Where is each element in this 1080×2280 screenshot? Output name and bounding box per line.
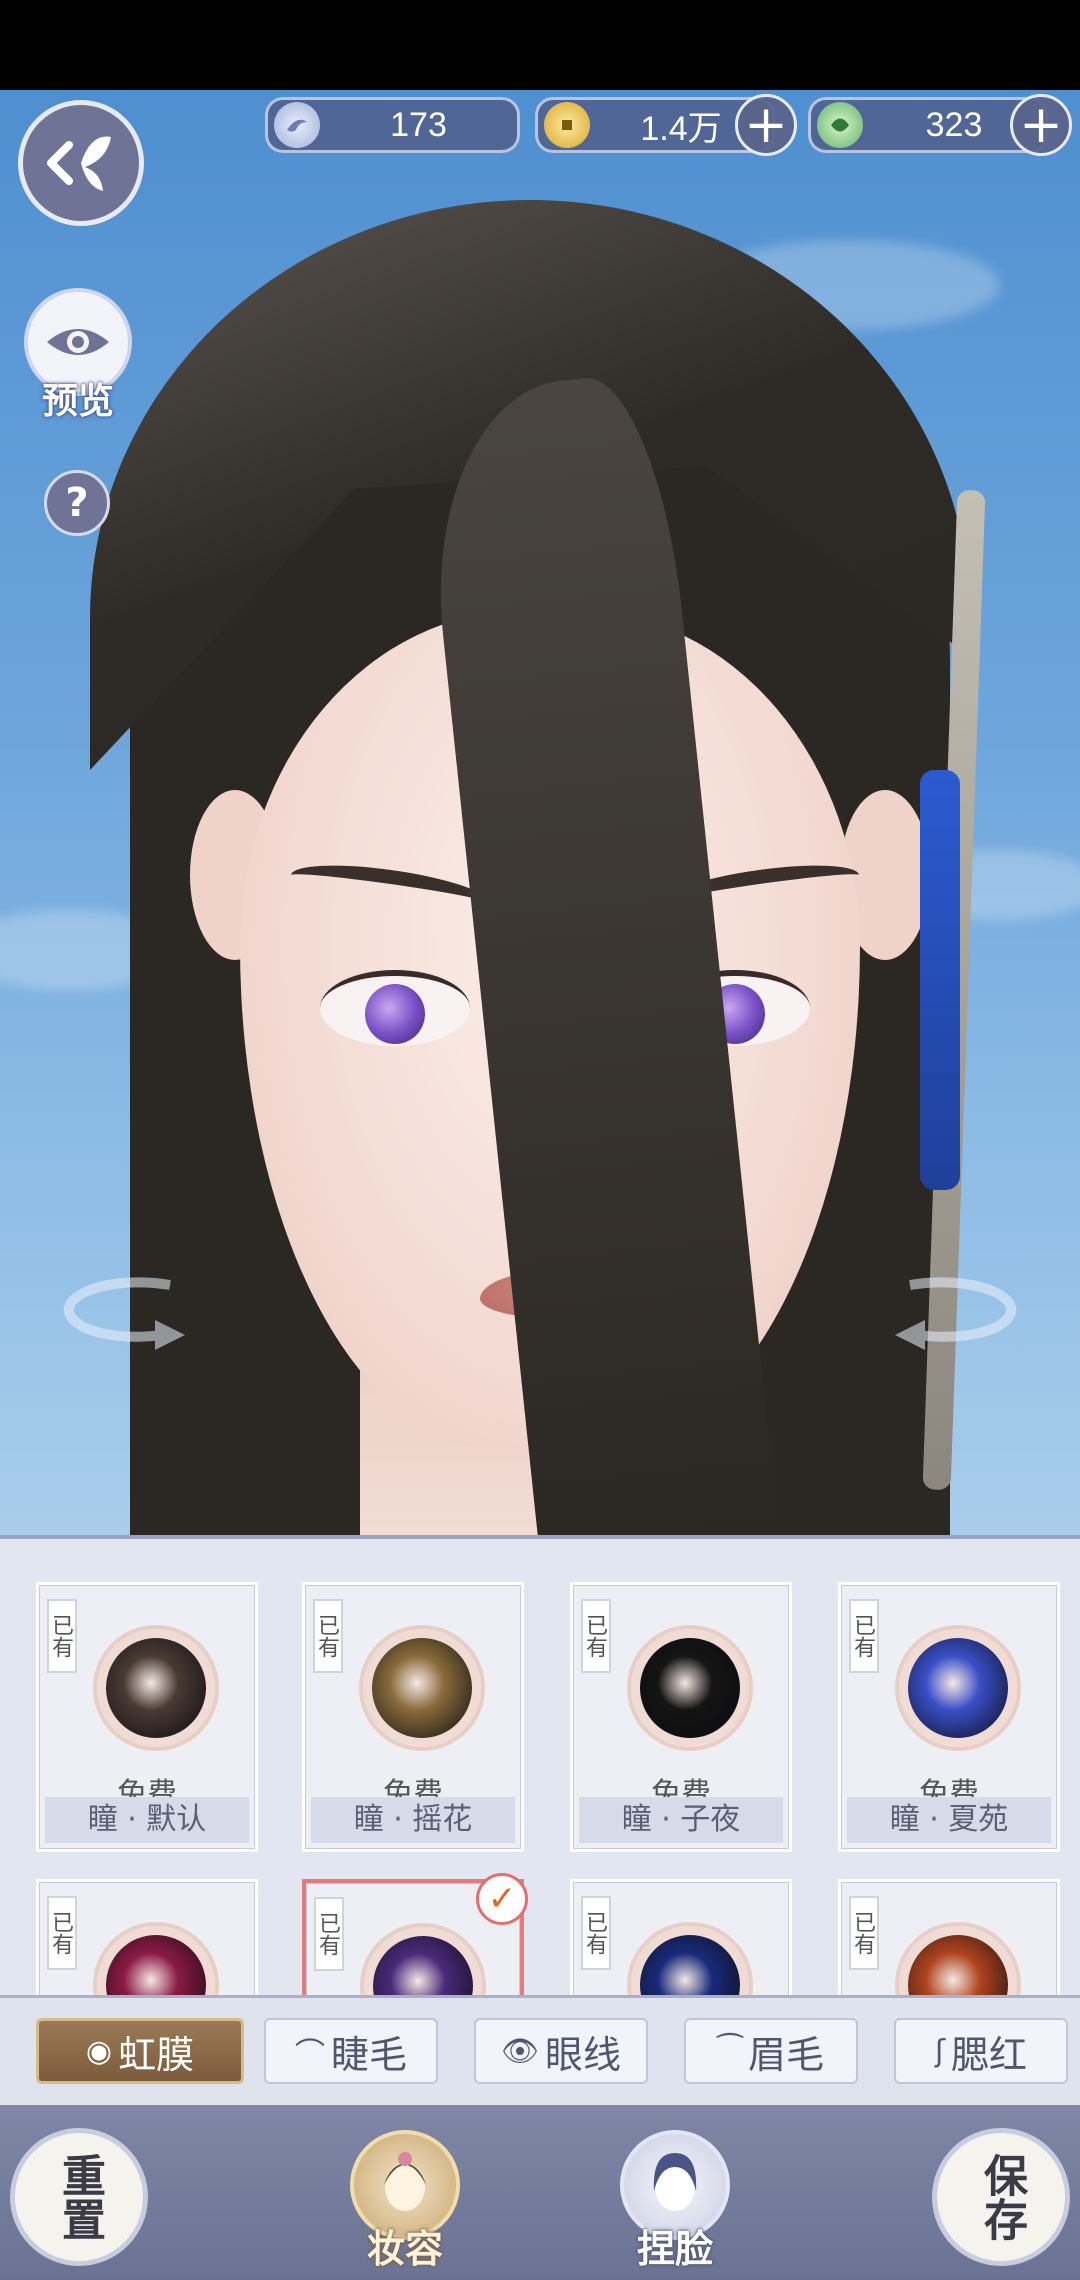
question-icon: ? [65, 480, 89, 526]
iris-card[interactable]: 已有 免费瞳 · 默认 [36, 1582, 258, 1852]
owned-tag: 已有 [313, 1599, 343, 1673]
eyelash-icon: ⌒ [294, 2037, 325, 2072]
eyebrow-icon: ⁀ [717, 2033, 743, 2069]
iris-card[interactable]: 已有 免费瞳 · 夏苑 [838, 1582, 1060, 1852]
iris-card[interactable]: 已有 [36, 1879, 258, 1995]
spirit-icon [817, 102, 863, 148]
owned-tag: 已有 [581, 1896, 611, 1970]
iris-swatch-color [908, 1638, 1008, 1738]
plus-icon: + [744, 95, 788, 155]
blush-icon: ʃ [934, 2033, 946, 2069]
iris-swatch [627, 1922, 753, 1995]
help-button[interactable]: ? [44, 470, 110, 536]
selected-check-icon: ✓ [476, 1873, 528, 1925]
save-button[interactable]: 保存 [932, 2128, 1070, 2266]
preview-label: 预览 [41, 380, 114, 422]
iris-name: 瞳 · 夏苑 [847, 1797, 1051, 1843]
jade-counter: 173 [265, 97, 520, 153]
tab-iris[interactable]: ◉ 虹膜 [36, 2018, 244, 2084]
owned-tag: 已有 [849, 1896, 879, 1970]
character-eye-left [320, 970, 470, 1046]
owned-tag: 已有 [47, 1896, 77, 1970]
makeup-category-tabs: ◉ 虹膜 ⌒ 睫毛 👁 眼线 ⁀ 眉毛 ʃ 腮红 [0, 1995, 1080, 2105]
iris-swatch [359, 1625, 485, 1751]
rotate-right-icon[interactable] [890, 1265, 1030, 1355]
reset-label: 重置 [54, 2153, 105, 2241]
back-butterfly-icon [47, 136, 111, 191]
iris-name: 瞳 · 子夜 [579, 1797, 783, 1843]
iris-card[interactable]: 已有 ✓ [302, 1873, 528, 1995]
iris-swatch [93, 1625, 219, 1751]
owned-tag: 已有 [47, 1599, 77, 1673]
character-viewport[interactable] [0, 90, 1080, 1535]
status-bar [0, 0, 1080, 90]
eyeliner-icon: 👁 [500, 2033, 540, 2069]
face-sculpt-icon [653, 2153, 697, 2211]
reset-button[interactable]: 重置 [10, 2128, 148, 2266]
iris-swatch [895, 1625, 1021, 1751]
coin-icon [544, 102, 590, 148]
iris-swatch [627, 1625, 753, 1751]
bottom-bar [0, 2105, 1080, 2280]
iris-swatch-color [373, 1936, 473, 1995]
iris-swatch-color [640, 1935, 740, 1995]
iris-card[interactable]: 已有 [838, 1879, 1060, 1995]
iris-card[interactable]: 已有 免费瞳 · 摇花 [302, 1582, 524, 1852]
iris-icon: ◉ [85, 2033, 113, 2069]
tab-eyebrow[interactable]: ⁀ 眉毛 [684, 2018, 858, 2084]
makeup-mode-label: 妆容 [366, 2226, 443, 2271]
add-spirit-button[interactable]: + [1010, 94, 1072, 156]
jade-icon [274, 102, 320, 148]
iris-swatch [895, 1922, 1021, 1995]
hair-ribbon [920, 770, 960, 1190]
iris-swatch [360, 1923, 486, 1995]
iris-card[interactable]: 已有 [570, 1879, 792, 1995]
tab-blush[interactable]: ʃ 腮红 [894, 2018, 1068, 2084]
face-sculpt-label: 捏脸 [636, 2226, 713, 2271]
eye-icon [47, 329, 109, 355]
iris-swatch-color [372, 1638, 472, 1738]
iris-swatch-color [106, 1638, 206, 1738]
makeup-face-icon [384, 2152, 426, 2211]
owned-tag: 已有 [849, 1599, 879, 1673]
iris-card[interactable]: 已有 免费瞳 · 子夜 [570, 1582, 792, 1852]
tab-eyeliner[interactable]: 👁 眼线 [474, 2018, 648, 2084]
plus-icon: + [1019, 95, 1063, 155]
save-label: 保存 [976, 2153, 1027, 2241]
iris-swatch-color [640, 1638, 740, 1738]
iris-swatch [93, 1922, 219, 1995]
rotate-left-icon[interactable] [50, 1265, 190, 1355]
add-coins-button[interactable]: + [735, 94, 797, 156]
owned-tag: 已有 [581, 1599, 611, 1673]
iris-name: 瞳 · 摇花 [311, 1797, 515, 1843]
iris-name: 瞳 · 默认 [45, 1797, 249, 1843]
iris-selection-panel[interactable]: 已有 免费瞳 · 默认 已有 免费瞳 · 摇花 已有 免费瞳 · 子夜 已有 免费瞳 · 夏苑… [0, 1535, 1080, 1995]
owned-tag: 已有 [314, 1897, 344, 1971]
iris-swatch-color [908, 1935, 1008, 1995]
tab-eyelash[interactable]: ⌒ 睫毛 [264, 2018, 438, 2084]
iris-swatch-color [106, 1935, 206, 1995]
jade-value: 173 [390, 105, 447, 144]
back-button[interactable] [18, 100, 144, 226]
